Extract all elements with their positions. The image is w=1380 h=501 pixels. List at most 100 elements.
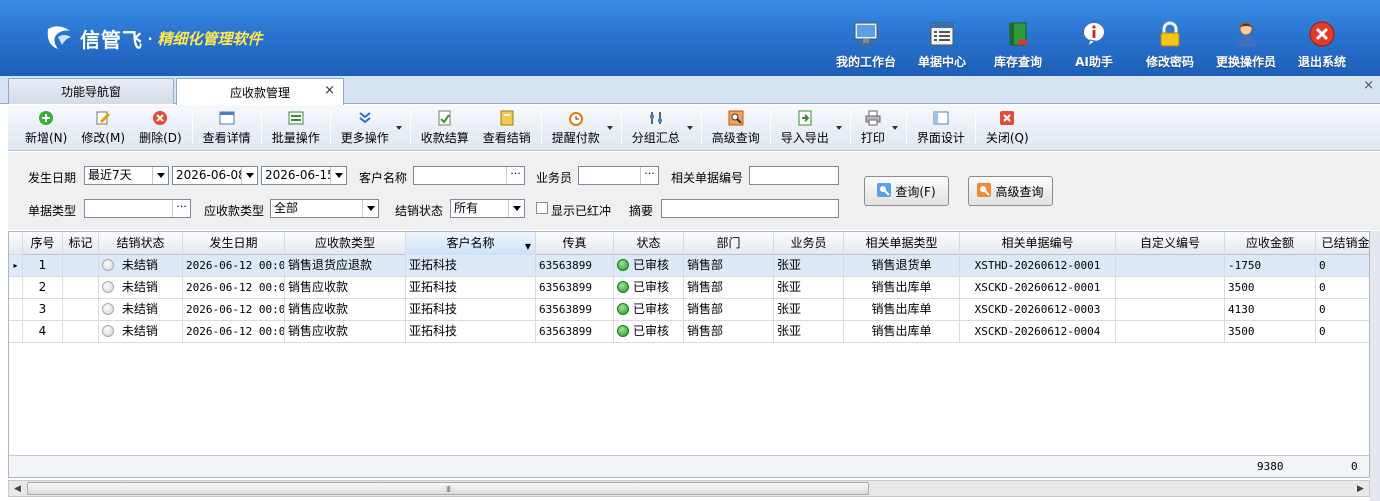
col-header-fax[interactable]: 传真	[536, 232, 614, 255]
cell-date: 2026-06-12 00:00	[183, 299, 285, 321]
toolbar-separator	[260, 111, 262, 144]
cell-no: 3	[23, 299, 63, 321]
col-header-rel-type[interactable]: 相关单据类型	[844, 232, 960, 255]
ar-type-select[interactable]: 全部	[270, 199, 379, 218]
scrollbar-thumb[interactable]: III	[27, 482, 869, 495]
print-button[interactable]: 打印	[854, 105, 903, 150]
doc-type-label: 单据类型	[28, 204, 77, 218]
chevron-down-icon[interactable]	[241, 167, 257, 184]
summary-field[interactable]	[661, 199, 839, 218]
window-close-icon[interactable]: ×	[1363, 78, 1374, 93]
ellipsis-icon[interactable]: ···	[640, 167, 658, 184]
table-row[interactable]: 4 未结销 2026-06-12 00:00 销售应收款 亚拓科技 635638…	[9, 321, 1369, 343]
col-header-mark[interactable]: 标记	[63, 232, 99, 255]
cell-status-text: 已审核	[633, 258, 670, 272]
table-row[interactable]: 3 未结销 2026-06-12 00:00 销售应收款 亚拓科技 635638…	[9, 299, 1369, 321]
switch-operator-label: 更换操作员	[1215, 55, 1276, 69]
close-button[interactable]: 关闭(Q)	[979, 105, 1036, 150]
edit-button[interactable]: 修改(M)	[74, 105, 132, 150]
ai-assistant-button[interactable]: AI助手	[1056, 18, 1132, 70]
toolbar: 新增(N) 修改(M) 删除(D) 查看详情 批量操作 更多操作 收款结算 查看…	[8, 105, 1380, 151]
cell-customer: 亚拓科技	[406, 321, 536, 343]
exit-system-button[interactable]: 退出系统	[1284, 18, 1360, 70]
switch-operator-button[interactable]: 更换操作员	[1208, 18, 1284, 70]
chevron-down-icon[interactable]	[152, 167, 168, 184]
chevron-down-icon[interactable]	[508, 200, 524, 217]
col-header-custom-no[interactable]: 自定义编号	[1116, 232, 1225, 255]
date-to-value: 2026-06-15	[265, 168, 335, 182]
view-settle-button[interactable]: 查看结销	[476, 105, 538, 150]
advanced-query-toolbar-button[interactable]: 高级查询	[705, 105, 767, 150]
advanced-query-button[interactable]: 高级查询	[968, 176, 1053, 206]
ui-design-button[interactable]: 界面设计	[910, 105, 972, 150]
col-header-customer[interactable]: 客户名称 ▼	[406, 232, 536, 255]
cell-amount: 3500	[1225, 321, 1316, 343]
col-header-date[interactable]: 发生日期	[183, 232, 285, 255]
col-header-ar-type[interactable]: 应收款类型	[285, 232, 406, 255]
col-header-no[interactable]: 序号	[23, 232, 63, 255]
doc-type-field[interactable]: ···	[84, 199, 191, 218]
date-from-picker[interactable]: 2026-06-08	[172, 166, 258, 185]
horizontal-scrollbar[interactable]: ◀ III ▶	[8, 480, 1370, 497]
col-header-status[interactable]: 状态	[614, 232, 684, 255]
workbench-button[interactable]: 我的工作台	[828, 18, 904, 70]
close-label: 关闭(Q)	[985, 130, 1029, 145]
scroll-right-icon[interactable]: ▶	[1352, 481, 1369, 496]
info-chat-icon	[1078, 18, 1110, 50]
group-summary-button[interactable]: 分组汇总	[625, 105, 698, 150]
tab-receivables[interactable]: 应收款管理 ×	[176, 78, 344, 105]
inventory-query-button[interactable]: 库存查询	[980, 18, 1056, 70]
view-detail-button[interactable]: 查看详情	[196, 105, 258, 150]
salesman-field[interactable]: ···	[578, 166, 659, 185]
new-button[interactable]: 新增(N)	[18, 105, 74, 150]
col-header-settle[interactable]: 结销状态	[99, 232, 183, 255]
customer-field[interactable]: ···	[413, 166, 525, 185]
date-from-value: 2026-06-08	[176, 168, 246, 182]
more-actions-button[interactable]: 更多操作	[334, 105, 407, 150]
query-button[interactable]: 查询(F)	[864, 176, 949, 206]
tab-function-nav[interactable]: 功能导航窗	[8, 78, 174, 104]
chevron-down-icon[interactable]	[362, 200, 378, 217]
col-header-settled[interactable]: 已结销金	[1316, 232, 1369, 255]
cell-rel-no: XSCKD-20260612-0001	[960, 277, 1116, 299]
scroll-left-icon[interactable]: ◀	[9, 481, 26, 496]
table-row[interactable]: ▸ 1 未结销 2026-06-12 00:00 销售退货应退款 亚拓科技 63…	[9, 255, 1369, 277]
cell-date: 2026-06-12 00:00	[183, 255, 285, 277]
tab-close-icon[interactable]: ×	[324, 83, 335, 98]
remind-payment-label: 提醒付款	[551, 130, 600, 145]
cell-custom-no	[1116, 277, 1225, 299]
batch-button[interactable]: 批量操作	[265, 105, 327, 150]
salesman-label: 业务员	[536, 171, 573, 185]
ellipsis-icon[interactable]: ···	[172, 200, 190, 217]
table-row[interactable]: 2 未结销 2026-06-12 00:00 销售应收款 亚拓科技 635638…	[9, 277, 1369, 299]
cell-fax: 63563899	[536, 277, 614, 299]
delete-button[interactable]: 删除(D)	[132, 105, 189, 150]
col-header-amount[interactable]: 应收金额	[1225, 232, 1316, 255]
cell-customer: 亚拓科技	[406, 299, 536, 321]
chevron-down-icon[interactable]	[330, 167, 346, 184]
approved-dot-icon	[617, 325, 629, 337]
inventory-query-label: 库存查询	[993, 55, 1042, 69]
date-to-picker[interactable]: 2026-06-15	[261, 166, 347, 185]
cell-dept: 销售部	[684, 321, 774, 343]
date-range-select[interactable]: 最近7天	[84, 166, 169, 185]
change-password-button[interactable]: 修改密码	[1132, 18, 1208, 70]
ellipsis-icon[interactable]: ···	[506, 167, 524, 184]
cell-settled: 0	[1316, 299, 1369, 321]
settle-label: 收款结算	[420, 130, 469, 145]
show-offset-checkbox[interactable]	[536, 202, 548, 214]
remind-payment-button[interactable]: 提醒付款	[545, 105, 618, 150]
scrollbar-grip: III	[445, 485, 451, 494]
import-export-label: 导入导出	[780, 130, 829, 145]
col-header-dept[interactable]: 部门	[684, 232, 774, 255]
cell-dept: 销售部	[684, 299, 774, 321]
related-no-field[interactable]	[749, 166, 839, 185]
col-header-rel-no[interactable]: 相关单据编号	[960, 232, 1116, 255]
col-header-salesman[interactable]: 业务员	[774, 232, 844, 255]
exit-system-label: 退出系统	[1297, 55, 1346, 69]
import-export-button[interactable]: 导入导出	[774, 105, 847, 150]
settle-button[interactable]: 收款结算	[414, 105, 476, 150]
settle-status-select[interactable]: 所有	[450, 199, 525, 218]
cell-settle-text: 未结销	[121, 324, 158, 338]
document-center-button[interactable]: 单据中心	[904, 18, 980, 70]
